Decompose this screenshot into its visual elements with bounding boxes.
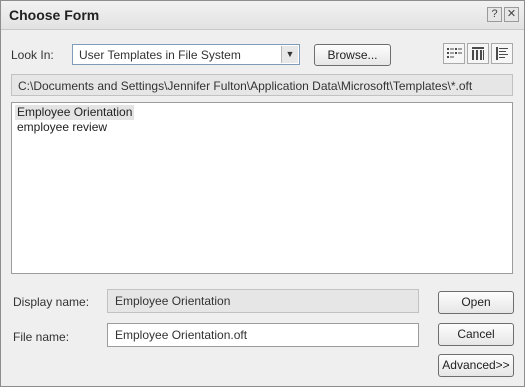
list-item[interactable]: Employee Orientation: [15, 105, 509, 120]
choose-form-dialog: Choose Form ? ✕ Look In: User Templates …: [0, 0, 525, 387]
list-view-icon: [447, 48, 462, 58]
display-name-label: Display name:: [13, 295, 90, 309]
help-icon: ?: [491, 8, 498, 20]
details-view-button[interactable]: [467, 43, 489, 64]
browse-button[interactable]: Browse...: [314, 44, 391, 66]
properties-view-button[interactable]: [491, 43, 513, 64]
open-button[interactable]: Open: [438, 291, 514, 314]
details-view-icon: [472, 47, 484, 60]
display-name-field: Employee Orientation: [107, 289, 419, 313]
file-name-label: File name:: [13, 330, 70, 344]
dialog-title: Choose Form: [9, 7, 100, 23]
close-icon: ✕: [506, 8, 517, 20]
look-in-select[interactable]: User Templates in File System ▼: [72, 44, 300, 65]
advanced-button[interactable]: Advanced>>: [438, 354, 514, 377]
help-button[interactable]: ?: [487, 7, 502, 22]
list-item[interactable]: employee review: [15, 120, 509, 135]
properties-view-icon: [496, 47, 508, 60]
cancel-button[interactable]: Cancel: [438, 323, 514, 346]
title-bar: Choose Form ? ✕: [1, 1, 524, 30]
look-in-value: User Templates in File System: [79, 48, 241, 62]
file-name-input[interactable]: Employee Orientation.oft: [107, 323, 419, 347]
form-file-list[interactable]: Employee Orientation employee review: [11, 102, 513, 274]
list-item-label[interactable]: Employee Orientation: [15, 105, 135, 120]
chevron-down-icon[interactable]: ▼: [281, 46, 298, 63]
close-button[interactable]: ✕: [504, 7, 519, 22]
look-in-label: Look In:: [11, 48, 54, 62]
list-view-button[interactable]: [443, 43, 465, 64]
current-path: C:\Documents and Settings\Jennifer Fulto…: [11, 74, 513, 96]
